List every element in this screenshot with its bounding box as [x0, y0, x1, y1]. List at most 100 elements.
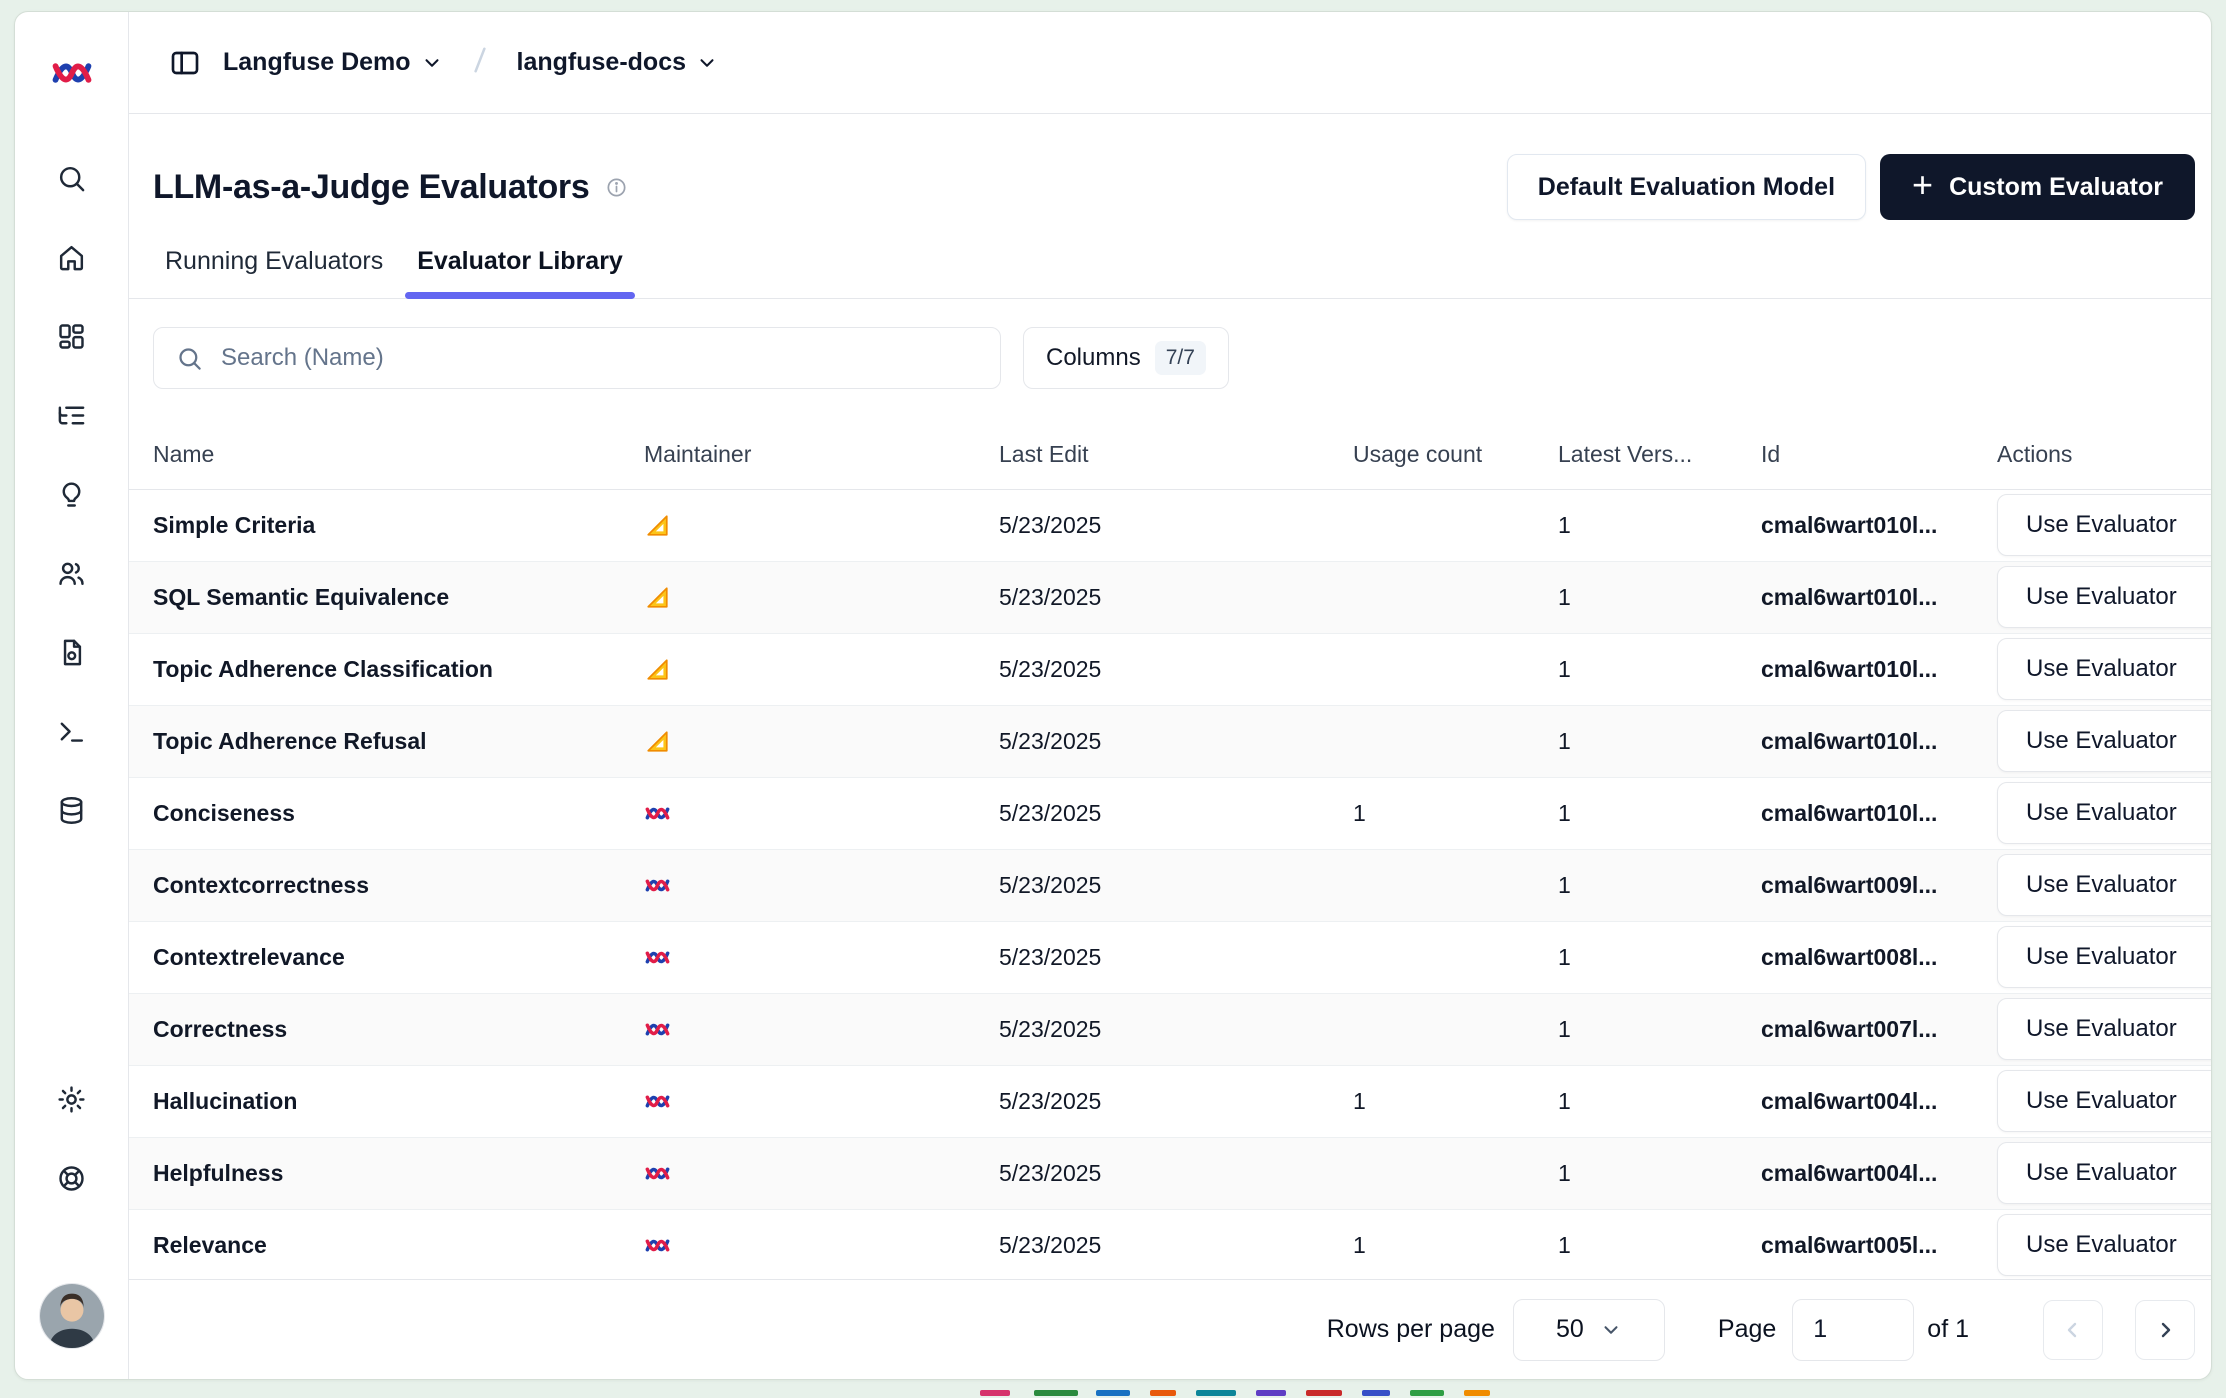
lightbulb-icon — [56, 479, 87, 510]
page-number-input[interactable] — [1792, 1299, 1914, 1361]
langfuse-icon — [644, 1232, 671, 1259]
sidebar-item-settings[interactable] — [50, 1077, 94, 1121]
cell-usage-count — [1338, 705, 1543, 777]
cell-id: cmal6wart010l... — [1746, 705, 1982, 777]
use-evaluator-button[interactable]: Use Evaluator — [1997, 566, 2211, 628]
tab-evaluator-library[interactable]: Evaluator Library — [405, 247, 635, 298]
page-title: LLM-as-a-Judge Evaluators — [153, 168, 589, 207]
users-icon — [56, 558, 87, 589]
cell-last-edit: 5/23/2025 — [984, 1137, 1338, 1209]
pagination-bar: Rows per page 50 Page of 1 — [129, 1279, 2211, 1379]
use-evaluator-button[interactable]: Use Evaluator — [1997, 782, 2211, 844]
default-evaluation-model-button[interactable]: Default Evaluation Model — [1507, 154, 1866, 220]
table-row: Contextrelevance 5/23/20251cmal6wart008l… — [129, 921, 2211, 993]
cell-usage-count: 1 — [1338, 1065, 1543, 1137]
cell-actions: Use Evaluator — [1982, 1065, 2211, 1137]
column-header-latest-vers: Latest Vers... — [1543, 421, 1746, 489]
search-input[interactable] — [219, 343, 978, 373]
peek-mark — [1150, 1390, 1176, 1396]
sidebar-item-playground[interactable] — [50, 709, 94, 753]
use-evaluator-button[interactable]: Use Evaluator — [1997, 854, 2211, 916]
cell-usage-count — [1338, 849, 1543, 921]
cell-name: Hallucination — [129, 1065, 629, 1137]
use-evaluator-button[interactable]: Use Evaluator — [1997, 926, 2211, 988]
dashboard-icon — [56, 321, 87, 352]
cell-actions: Use Evaluator — [1982, 705, 2211, 777]
desktop-background: Langfuse Demo langfuse-docs — [0, 0, 2226, 1398]
cell-latest-version: 1 — [1543, 1209, 1746, 1279]
custom-evaluator-button[interactable]: + Custom Evaluator — [1880, 154, 2195, 220]
peek-mark — [1196, 1390, 1236, 1396]
rows-per-page-select[interactable]: 50 — [1513, 1299, 1665, 1361]
cell-id: cmal6wart008l... — [1746, 921, 1982, 993]
cell-actions: Use Evaluator — [1982, 777, 2211, 849]
cell-name: Correctness — [129, 993, 629, 1065]
cell-actions: Use Evaluator — [1982, 561, 2211, 633]
breadcrumb-separator — [465, 45, 495, 80]
next-page-button[interactable] — [2135, 1300, 2195, 1360]
cell-latest-version: 1 — [1543, 921, 1746, 993]
org-switcher[interactable]: Langfuse Demo — [219, 42, 447, 83]
cell-latest-version: 1 — [1543, 705, 1746, 777]
lifebuoy-icon — [56, 1163, 87, 1194]
sidebar-item-search[interactable] — [50, 156, 94, 200]
custom-evaluator-label: Custom Evaluator — [1949, 173, 2163, 202]
use-evaluator-button[interactable]: Use Evaluator — [1997, 638, 2211, 700]
sidebar-item-users[interactable] — [50, 551, 94, 595]
cell-id: cmal6wart010l... — [1746, 777, 1982, 849]
cell-last-edit: 5/23/2025 — [984, 1209, 1338, 1279]
table-row: Contextcorrectness 5/23/20251cmal6wart00… — [129, 849, 2211, 921]
langfuse-icon — [644, 1160, 671, 1187]
table-row: Hallucination 5/23/202511cmal6wart004l..… — [129, 1065, 2211, 1137]
search-icon — [176, 345, 203, 372]
use-evaluator-button[interactable]: Use Evaluator — [1997, 494, 2211, 556]
use-evaluator-button[interactable]: Use Evaluator — [1997, 998, 2211, 1060]
sidebar-item-prompts[interactable] — [50, 630, 94, 674]
cell-usage-count — [1338, 489, 1543, 561]
gear-icon — [56, 1084, 87, 1115]
user-avatar[interactable] — [39, 1283, 105, 1349]
project-name: langfuse-docs — [517, 48, 686, 77]
search-box[interactable] — [153, 327, 1001, 389]
page-label: Page — [1718, 1315, 1776, 1344]
langfuse-logo[interactable] — [49, 50, 95, 96]
cell-name: Contextcorrectness — [129, 849, 629, 921]
sidebar-item-datasets[interactable] — [50, 788, 94, 832]
peek-mark — [1464, 1390, 1490, 1396]
previous-page-button[interactable] — [2043, 1300, 2103, 1360]
peek-mark — [1362, 1390, 1390, 1396]
project-switcher[interactable]: langfuse-docs — [513, 42, 722, 83]
use-evaluator-button[interactable]: Use Evaluator — [1997, 1142, 2211, 1204]
sidebar-item-dashboards[interactable] — [50, 314, 94, 358]
chevron-down-icon — [421, 52, 443, 74]
cell-actions: Use Evaluator — [1982, 993, 2211, 1065]
sidebar-item-tracing[interactable] — [50, 393, 94, 437]
sidebar-item-support[interactable] — [50, 1156, 94, 1200]
table-row: SQL Semantic Equivalence 5/23/20251cmal6… — [129, 561, 2211, 633]
use-evaluator-button[interactable]: Use Evaluator — [1997, 1070, 2211, 1132]
cell-name: Topic Adherence Refusal — [129, 705, 629, 777]
cell-latest-version: 1 — [1543, 633, 1746, 705]
cell-name: SQL Semantic Equivalence — [129, 561, 629, 633]
sidebar-item-evaluation[interactable] — [50, 472, 94, 516]
info-icon[interactable] — [605, 176, 628, 199]
use-evaluator-button[interactable]: Use Evaluator — [1997, 1214, 2211, 1276]
chevron-down-icon — [696, 52, 718, 74]
title-bar: LLM-as-a-Judge Evaluators Default Evalua… — [129, 114, 2211, 220]
peek-mark — [1306, 1390, 1342, 1396]
cell-last-edit: 5/23/2025 — [984, 705, 1338, 777]
sidebar-item-home[interactable] — [50, 235, 94, 279]
columns-button[interactable]: Columns 7/7 — [1023, 327, 1229, 389]
cell-last-edit: 5/23/2025 — [984, 849, 1338, 921]
file-icon — [56, 637, 87, 668]
tab-running-evaluators[interactable]: Running Evaluators — [153, 247, 395, 298]
cell-name: Conciseness — [129, 777, 629, 849]
sidebar-toggle-button[interactable] — [169, 47, 201, 79]
cell-usage-count — [1338, 921, 1543, 993]
rows-per-page-value: 50 — [1556, 1315, 1584, 1344]
use-evaluator-button[interactable]: Use Evaluator — [1997, 710, 2211, 772]
columns-label: Columns — [1046, 344, 1141, 372]
cell-maintainer — [629, 489, 984, 561]
cell-id: cmal6wart010l... — [1746, 633, 1982, 705]
chevron-right-icon — [2153, 1318, 2177, 1342]
